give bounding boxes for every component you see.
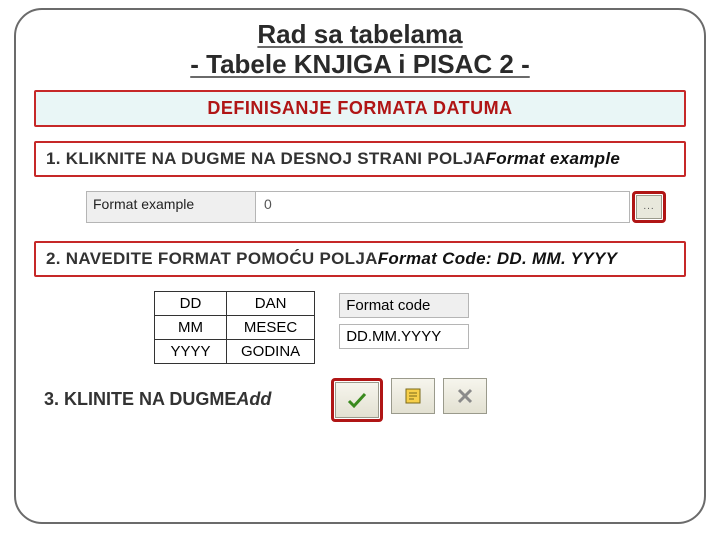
- step3-row: 3. KLINITE NA DUGMEAdd: [34, 378, 686, 422]
- step2-value: DD. MM. YYYY: [492, 249, 617, 268]
- format-example-label: Format example: [86, 191, 256, 223]
- check-icon: [346, 391, 368, 409]
- fmt-meaning-cell: GODINA: [227, 339, 315, 363]
- table-row: DD DAN: [155, 291, 315, 315]
- format-code-label: Format code: [339, 293, 469, 318]
- fmt-code-cell: YYYY: [155, 339, 227, 363]
- x-icon: [456, 387, 474, 405]
- step3-button-name: Add: [236, 389, 271, 409]
- slide-frame: Rad sa tabelama - Tabele KNJIGA i PISAC …: [14, 8, 706, 524]
- format-details-row: DD DAN MM MESEC YYYY GODINA Format code …: [154, 291, 686, 364]
- add-button-highlight: [331, 378, 383, 422]
- section-header-box: DEFINISANJE FORMATA DATUMA: [34, 90, 686, 127]
- step1-prefix: 1. KLIKNITE NA DUGME NA DESNOJ STRANI PO…: [46, 149, 486, 168]
- format-code-block: Format code DD.MM.YYYY: [339, 293, 469, 349]
- format-code-value[interactable]: DD.MM.YYYY: [339, 324, 469, 349]
- ellipsis-button-highlight: ...: [632, 191, 666, 223]
- fmt-code-cell: MM: [155, 315, 227, 339]
- step1-field: Format example: [486, 149, 621, 168]
- section-header: DEFINISANJE FORMATA DATUMA: [46, 98, 674, 119]
- title-line2: - Tabele KNJIGA i PISAC 2 -: [190, 49, 530, 79]
- table-row: MM MESEC: [155, 315, 315, 339]
- step2-field: Format Code:: [378, 249, 492, 268]
- format-legend-table: DD DAN MM MESEC YYYY GODINA: [154, 291, 315, 364]
- title-line1: Rad sa tabelama: [257, 19, 462, 49]
- button-bar: [331, 378, 487, 422]
- cancel-button[interactable]: [443, 378, 487, 414]
- format-example-row: Format example 0 ...: [86, 191, 666, 223]
- step1-text: 1. KLIKNITE NA DUGME NA DESNOJ STRANI PO…: [46, 149, 674, 169]
- step1-box: 1. KLIKNITE NA DUGME NA DESNOJ STRANI PO…: [34, 141, 686, 177]
- format-example-value[interactable]: 0: [256, 191, 630, 223]
- ellipsis-icon: ...: [643, 201, 654, 212]
- step3-text: 3. KLINITE NA DUGMEAdd: [44, 389, 271, 410]
- step3-prefix: 3. KLINITE NA DUGME: [44, 389, 236, 409]
- table-row: YYYY GODINA: [155, 339, 315, 363]
- fmt-meaning-cell: MESEC: [227, 315, 315, 339]
- ellipsis-button[interactable]: ...: [636, 195, 662, 219]
- note-icon: [403, 386, 423, 406]
- step2-box: 2. NAVEDITE FORMAT POMOĆU POLJAFormat Co…: [34, 241, 686, 277]
- fmt-code-cell: DD: [155, 291, 227, 315]
- add-button[interactable]: [335, 382, 379, 418]
- slide-title: Rad sa tabelama - Tabele KNJIGA i PISAC …: [34, 20, 686, 80]
- fmt-meaning-cell: DAN: [227, 291, 315, 315]
- step2-text: 2. NAVEDITE FORMAT POMOĆU POLJAFormat Co…: [46, 249, 674, 269]
- step2-prefix: 2. NAVEDITE FORMAT POMOĆU POLJA: [46, 249, 378, 268]
- note-button[interactable]: [391, 378, 435, 414]
